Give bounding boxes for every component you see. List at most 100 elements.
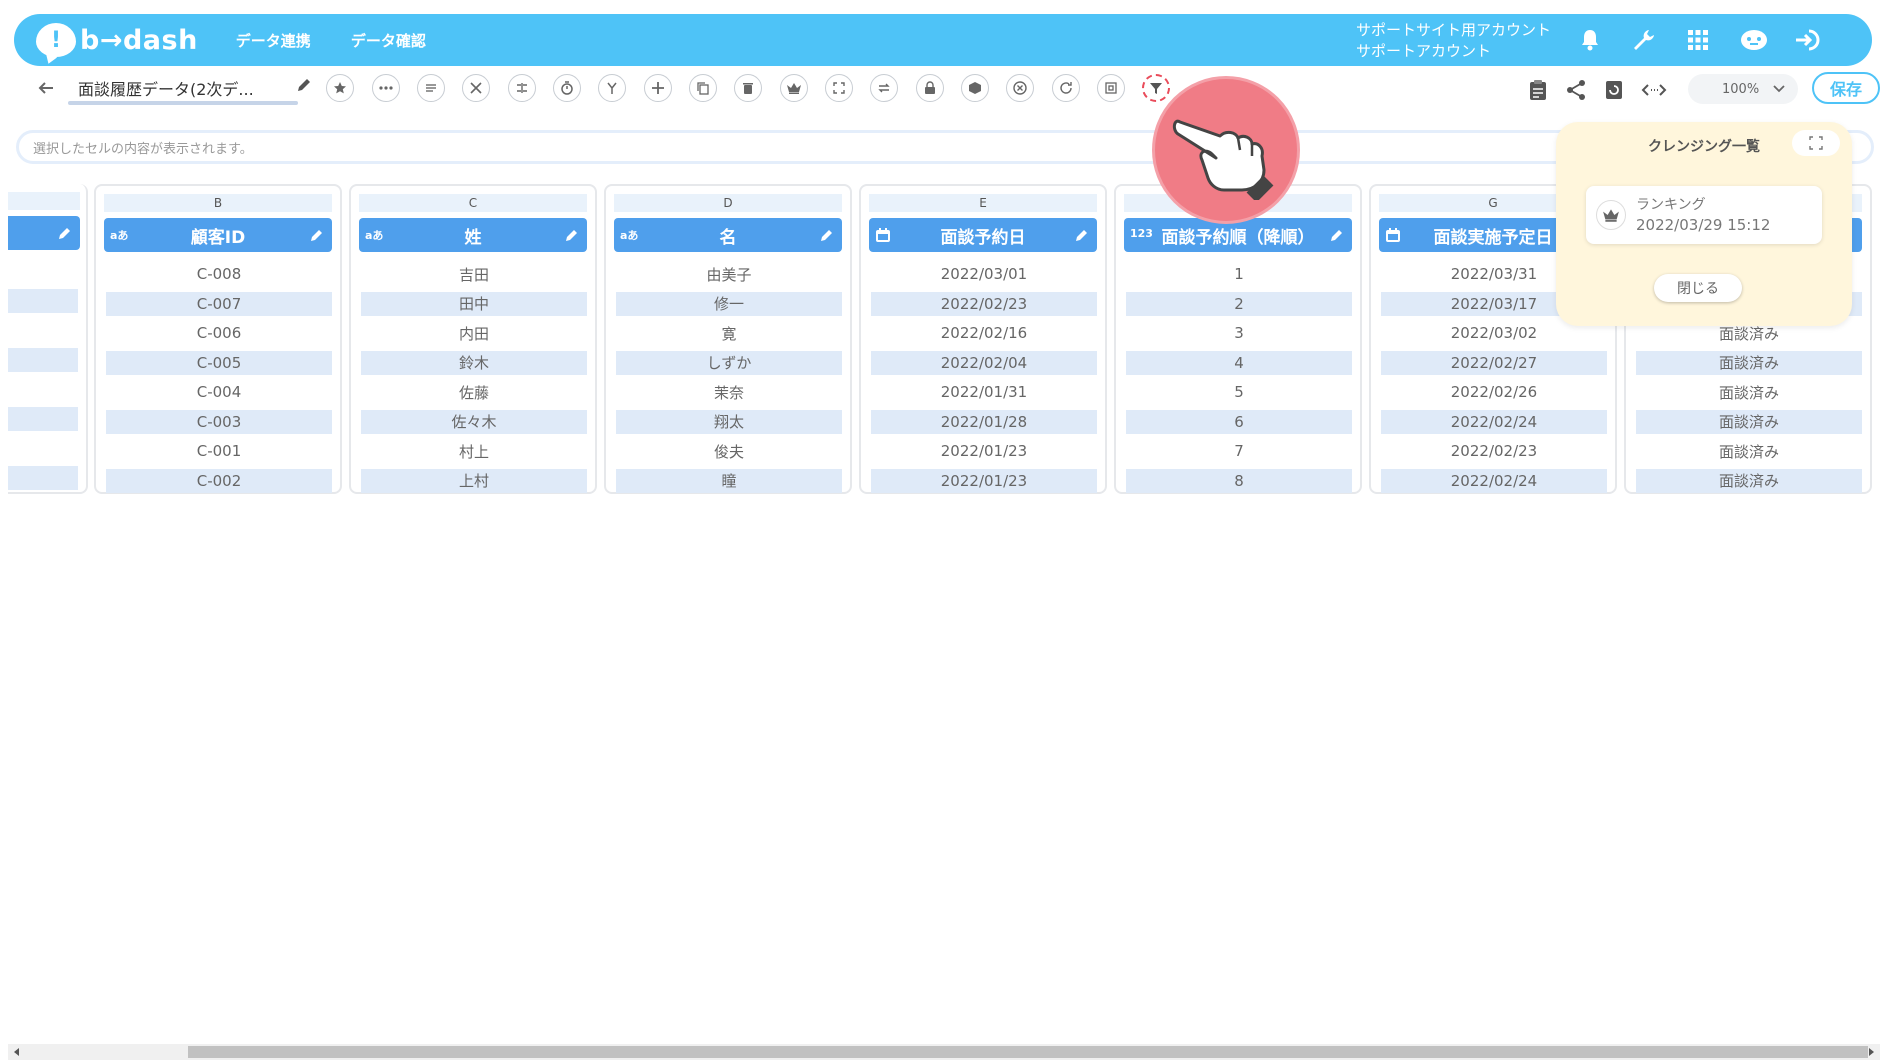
table-cell[interactable]: 2022/02/24 xyxy=(1381,409,1607,434)
table-cell[interactable]: 鈴木 xyxy=(361,350,587,375)
column-header[interactable]: aあ 顧客ID xyxy=(104,218,332,252)
wrench-icon[interactable] xyxy=(1628,24,1660,56)
box-icon[interactable] xyxy=(961,74,989,102)
edit-column-icon[interactable] xyxy=(820,227,834,247)
plus-icon[interactable] xyxy=(644,74,672,102)
table-cell[interactable]: C-007 xyxy=(106,291,332,316)
table-cell[interactable]: 2022/02/16 xyxy=(871,321,1097,345)
filter-icon[interactable] xyxy=(1142,74,1170,102)
refresh-icon[interactable] xyxy=(1052,74,1080,102)
edit-column-icon[interactable] xyxy=(58,225,72,244)
edit-column-icon[interactable] xyxy=(1330,227,1344,247)
table-cell[interactable]: C-002 xyxy=(106,468,332,493)
lock-icon[interactable] xyxy=(916,74,944,102)
column-header[interactable]: aあ 名 xyxy=(614,218,842,252)
tools-icon[interactable] xyxy=(462,74,490,102)
column-header[interactable]: 面談予約日 xyxy=(869,218,1097,252)
table-cell[interactable]: しずか xyxy=(616,350,842,375)
grid-icon[interactable] xyxy=(1682,24,1714,56)
zoom-select[interactable]: 100% xyxy=(1688,74,1798,104)
edit-title-icon[interactable] xyxy=(296,77,312,97)
close-button[interactable]: 閉じる xyxy=(1654,274,1742,302)
table-cell[interactable]: 俊夫 xyxy=(616,439,842,463)
table-cell[interactable]: 5 xyxy=(1126,380,1352,404)
table-cell[interactable]: 佐藤 xyxy=(361,380,587,404)
column-header[interactable]: aあ 姓 xyxy=(359,218,587,252)
ellipsis-icon[interactable] xyxy=(372,74,400,102)
table-cell[interactable]: 2022/02/24 xyxy=(1381,468,1607,493)
fullscreen-icon[interactable] xyxy=(1792,130,1840,156)
table-cell[interactable]: C-003 xyxy=(106,409,332,434)
back-arrow-icon[interactable] xyxy=(34,76,58,100)
logout-icon[interactable] xyxy=(1792,24,1824,56)
table-cell[interactable]: 面談済み xyxy=(1636,409,1862,434)
table-cell[interactable]: C-001 xyxy=(106,439,332,463)
edit-column-icon[interactable] xyxy=(565,227,579,247)
table-cell[interactable]: 面談済み xyxy=(1636,350,1862,375)
table-cell[interactable]: 1 xyxy=(1126,262,1352,286)
table-cell[interactable]: 2022/01/31 xyxy=(871,380,1097,404)
column-letter[interactable]: C xyxy=(359,194,587,212)
column-header[interactable]: 123 面談予約順（降順） xyxy=(1124,218,1352,252)
save-button[interactable]: 保存 xyxy=(1812,72,1880,104)
code-icon[interactable] xyxy=(1640,76,1668,104)
logo[interactable]: ! b→dash xyxy=(36,14,198,66)
cleansing-item-ranking[interactable]: ランキング 2022/03/29 15:12 xyxy=(1586,186,1822,244)
robot-icon[interactable] xyxy=(1738,24,1770,56)
table-cell[interactable]: 上村 xyxy=(361,468,587,493)
table-cell[interactable]: 面談済み xyxy=(1636,380,1862,404)
table-cell[interactable]: 8 xyxy=(1126,468,1352,493)
clipboard-icon[interactable] xyxy=(1524,76,1552,104)
table-cell[interactable]: 吉田 xyxy=(361,262,587,286)
scrollbar-thumb[interactable] xyxy=(188,1046,1868,1058)
table-cell[interactable]: 2022/02/27 xyxy=(1381,350,1607,375)
table-cell[interactable]: 田中 xyxy=(361,291,587,316)
close-circle-icon[interactable] xyxy=(1006,74,1034,102)
table-cell[interactable]: 2022/01/28 xyxy=(871,409,1097,434)
table-cell[interactable]: 7 xyxy=(1126,439,1352,463)
table-cell[interactable]: 3 xyxy=(1126,321,1352,345)
edit-column-icon[interactable] xyxy=(310,227,324,247)
edit-column-icon[interactable] xyxy=(1075,227,1089,247)
table-cell[interactable]: 6 xyxy=(1126,409,1352,434)
table-cell[interactable]: 2022/02/04 xyxy=(871,350,1097,375)
table-cell[interactable]: 寛 xyxy=(616,321,842,345)
column-letter[interactable]: D xyxy=(614,194,842,212)
table-cell[interactable]: 2 xyxy=(1126,291,1352,316)
loop-icon[interactable] xyxy=(870,74,898,102)
bell-icon[interactable] xyxy=(1574,24,1606,56)
table-cell[interactable]: C-004 xyxy=(106,380,332,404)
branch-icon[interactable] xyxy=(598,74,626,102)
scroll-right-icon[interactable] xyxy=(1864,1046,1878,1058)
table-cell[interactable]: C-005 xyxy=(106,350,332,375)
table-cell[interactable]: 瞳 xyxy=(616,468,842,493)
nav-data-check[interactable]: データ確認 xyxy=(351,30,426,51)
table-cell[interactable]: 面談済み xyxy=(1636,468,1862,493)
table-cell[interactable]: 2022/01/23 xyxy=(871,439,1097,463)
table-cell[interactable]: 2022/02/23 xyxy=(1381,439,1607,463)
history-icon[interactable] xyxy=(1600,76,1628,104)
table-cell[interactable]: 村上 xyxy=(361,439,587,463)
table-cell[interactable]: 修一 xyxy=(616,291,842,316)
table-cell[interactable]: 佐々木 xyxy=(361,409,587,434)
column-letter[interactable]: B xyxy=(104,194,332,212)
share-icon[interactable] xyxy=(1562,76,1590,104)
horizontal-scrollbar[interactable] xyxy=(8,1044,1880,1060)
scroll-left-icon[interactable] xyxy=(10,1046,24,1058)
table-cell[interactable]: 2022/02/23 xyxy=(871,291,1097,316)
trash-icon[interactable] xyxy=(734,74,762,102)
copy-icon[interactable] xyxy=(689,74,717,102)
column-letter[interactable]: E xyxy=(869,194,1097,212)
table-cell[interactable]: 内田 xyxy=(361,321,587,345)
table-cell[interactable]: C-006 xyxy=(106,321,332,345)
star-icon[interactable] xyxy=(326,74,354,102)
list-icon[interactable] xyxy=(417,74,445,102)
expand-icon[interactable] xyxy=(825,74,853,102)
account-info[interactable]: サポートサイト用アカウント サポートアカウント xyxy=(1356,20,1551,62)
table-cell[interactable]: 2022/02/26 xyxy=(1381,380,1607,404)
table-cell[interactable]: 由美子 xyxy=(616,262,842,286)
merge-icon[interactable] xyxy=(508,74,536,102)
table-cell[interactable]: 2022/03/01 xyxy=(871,262,1097,286)
document-title[interactable]: 面談履歴データ(2次デ... xyxy=(78,76,302,100)
table-cell[interactable]: 面談済み xyxy=(1636,439,1862,463)
